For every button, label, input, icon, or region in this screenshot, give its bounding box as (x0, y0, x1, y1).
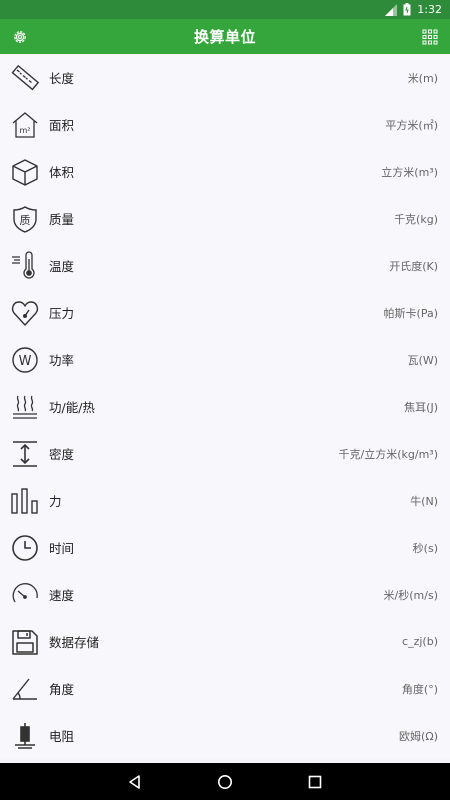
svg-text:质: 质 (20, 214, 31, 227)
settings-button[interactable] (10, 27, 30, 47)
item-unit: 米/秒(m/s) (383, 588, 438, 602)
cube-icon (10, 157, 40, 187)
bars-icon (10, 486, 40, 516)
battery-icon (403, 3, 411, 16)
status-bar: 1:32 (0, 0, 450, 19)
thermometer-icon (10, 250, 40, 281)
item-label: 时间 (49, 541, 75, 556)
status-time: 1:32 (417, 3, 442, 16)
app-bar: 换算单位 (0, 19, 450, 54)
item-unit: 欧姆(Ω) (399, 729, 438, 743)
item-unit: 米(m) (407, 71, 438, 85)
item-label: 角度 (49, 682, 75, 697)
back-button[interactable] (123, 770, 147, 794)
item-label: 体积 (49, 165, 75, 180)
list-item-speed[interactable]: 速度 米/秒(m/s) (0, 571, 450, 618)
item-label: 质量 (49, 212, 75, 227)
item-label: 长度 (49, 71, 75, 86)
item-unit: 牛(N) (410, 494, 438, 508)
grid-icon (422, 29, 438, 44)
item-label: 压力 (49, 306, 75, 321)
grid-menu-button[interactable] (420, 27, 440, 47)
system-nav-bar (0, 763, 450, 800)
item-label: 密度 (49, 447, 75, 462)
item-unit: 焦耳(J) (404, 400, 438, 414)
house-area-icon: m² (10, 110, 40, 140)
list-item-pressure[interactable]: 压力 帕斯卡(Pa) (0, 289, 450, 336)
floppy-disk-icon (10, 627, 40, 657)
back-triangle-icon (129, 774, 140, 789)
home-button[interactable] (213, 770, 237, 794)
item-label: 功/能/热 (49, 400, 95, 415)
item-unit: 开氏度(K) (389, 259, 438, 273)
resistor-icon (10, 721, 40, 751)
list-item-area[interactable]: m² 面积 平方米(㎡) (0, 101, 450, 148)
item-unit: 千克(kg) (394, 212, 438, 226)
svg-text:m²: m² (20, 126, 31, 135)
signal-icon (385, 3, 398, 16)
home-circle-icon (218, 774, 232, 789)
heart-gauge-icon (10, 298, 40, 328)
item-unit: 秒(s) (412, 541, 438, 555)
quality-shield-icon: 质 (10, 204, 40, 234)
speedometer-icon (10, 580, 40, 610)
angle-icon (10, 674, 40, 704)
list-item-temperature[interactable]: 温度 开氏度(K) (0, 242, 450, 289)
item-label: 力 (49, 494, 62, 509)
heat-waves-icon (10, 392, 40, 422)
clock-icon (10, 533, 40, 563)
item-label: 速度 (49, 588, 75, 603)
item-unit: 平方米(㎡) (385, 118, 438, 132)
recents-button[interactable] (303, 770, 327, 794)
list-item-time[interactable]: 时间 秒(s) (0, 524, 450, 571)
ruler-icon (10, 63, 40, 93)
item-unit: 立方米(m³) (381, 165, 438, 179)
item-label: 温度 (49, 259, 75, 274)
list-item-power[interactable]: W 功率 瓦(W) (0, 336, 450, 383)
gear-icon (14, 30, 26, 43)
list-item-volume[interactable]: 体积 立方米(m³) (0, 148, 450, 195)
item-unit: 角度(°) (401, 682, 438, 696)
item-unit: c_zj(b) (402, 635, 438, 648)
watt-circle-icon: W (10, 345, 40, 375)
svg-text:W: W (19, 354, 32, 369)
page-title: 换算单位 (193, 28, 256, 46)
list-item-energy[interactable]: 功/能/热 焦耳(J) (0, 383, 450, 430)
list-item-density[interactable]: 密度 千克/立方米(kg/m³) (0, 430, 450, 477)
item-unit: 千克/立方米(kg/m³) (338, 447, 438, 461)
item-label: 面积 (49, 118, 75, 133)
item-label: 功率 (49, 353, 75, 368)
item-unit: 瓦(W) (407, 353, 438, 367)
list-item-length[interactable]: 长度 米(m) (0, 54, 450, 101)
list-item-resistance[interactable]: 电阻 欧姆(Ω) (0, 712, 450, 759)
list-item-mass[interactable]: 质 质量 千克(kg) (0, 195, 450, 242)
item-label: 数据存储 (49, 635, 100, 650)
unit-category-list: 长度 米(m) m² 面积 平方米(㎡) 体积 立方米(m³) 质 质量 千克(… (0, 54, 450, 759)
item-label: 电阻 (49, 729, 75, 744)
item-unit: 帕斯卡(Pa) (383, 306, 438, 320)
density-arrow-icon (10, 439, 40, 469)
list-item-angle[interactable]: 角度 角度(°) (0, 665, 450, 712)
recents-square-icon (308, 775, 322, 788)
list-item-data-storage[interactable]: 数据存储 c_zj(b) (0, 618, 450, 665)
list-item-force[interactable]: 力 牛(N) (0, 477, 450, 524)
